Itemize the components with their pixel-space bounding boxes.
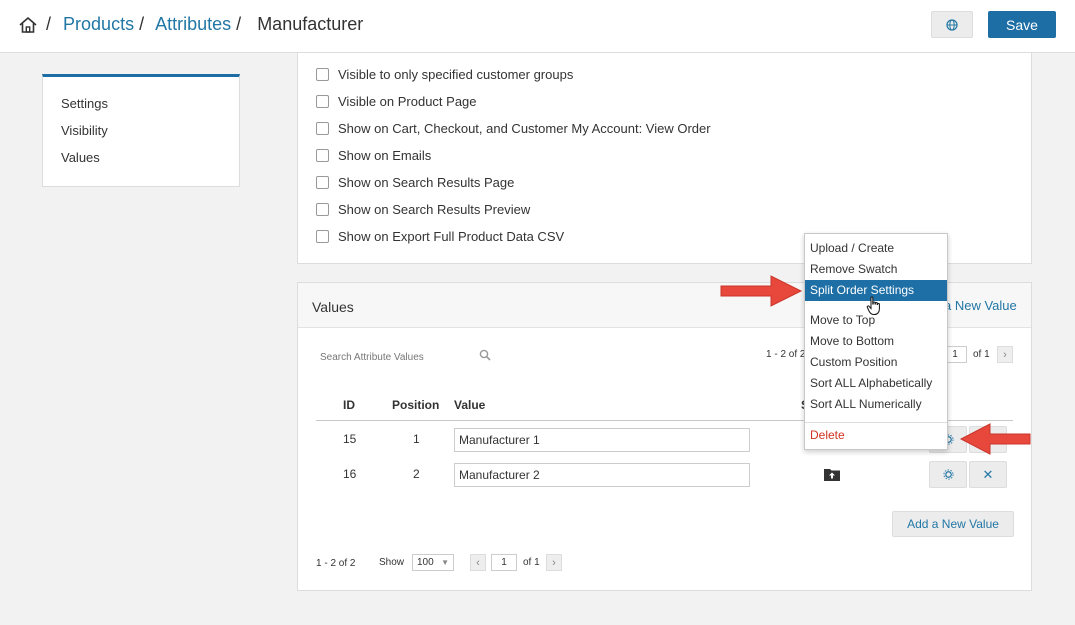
search-icon[interactable] (479, 349, 491, 361)
chevron-right-icon: › (552, 556, 556, 569)
checkbox[interactable] (316, 175, 329, 189)
results-range: 1 - 2 of 2 (316, 558, 356, 569)
add-new-value-link[interactable]: a New Value (944, 298, 1017, 313)
checkbox[interactable] (316, 202, 329, 216)
page-count: of 1 (973, 349, 990, 360)
value-input[interactable] (454, 463, 750, 487)
add-new-value-button[interactable]: Add a New Value (892, 511, 1014, 537)
chevron-left-icon: ‹ (476, 556, 480, 569)
breadcrumb-link-products[interactable]: Products (63, 14, 134, 34)
visibility-option-customer-groups[interactable]: Visible to only specified customer group… (316, 66, 573, 82)
nav-item-settings[interactable]: Settings (43, 96, 239, 123)
page-title: Manufacturer (257, 14, 364, 34)
visibility-option-export-csv[interactable]: Show on Export Full Product Data CSV (316, 228, 564, 244)
menu-item-sort-numerically[interactable]: Sort ALL Numerically (805, 394, 947, 415)
breadcrumb: / Products / Attributes / Manufacturer (46, 14, 363, 35)
nav-item-visibility[interactable]: Visibility (43, 123, 239, 150)
search-wrap (316, 347, 496, 368)
next-page-button[interactable]: › (546, 554, 562, 571)
search-attribute-values-input[interactable] (316, 347, 496, 368)
home-icon[interactable] (18, 15, 38, 35)
chevron-right-icon: › (1003, 348, 1007, 361)
hand-pointer-icon (866, 296, 880, 315)
row-id: 15 (343, 432, 357, 446)
top-header: / Products / Attributes / Manufacturer Sav… (0, 0, 1075, 53)
results-range: 1 - 2 of 2 (766, 349, 806, 360)
menu-item-delete[interactable]: Delete (805, 425, 947, 446)
checkbox[interactable] (316, 121, 329, 135)
checkbox[interactable] (316, 229, 329, 243)
save-button[interactable]: Save (988, 11, 1056, 38)
language-button[interactable] (931, 11, 973, 38)
visibility-option-product-page[interactable]: Visible on Product Page (316, 93, 477, 109)
row-actions-menu: Upload / Create Remove Swatch Split Orde… (804, 233, 948, 450)
breadcrumb-link-attributes[interactable]: Attributes (155, 14, 231, 34)
caret-down-icon: ▼ (441, 558, 449, 567)
checkbox[interactable] (316, 148, 329, 162)
close-icon: ✕ (982, 466, 994, 482)
visibility-option-cart-checkout[interactable]: Show on Cart, Checkout, and Customer My … (316, 120, 711, 136)
value-input[interactable] (454, 428, 750, 452)
checkbox-label: Show on Emails (338, 147, 432, 163)
checkbox-label: Show on Search Results Page (338, 174, 515, 190)
prev-page-button[interactable]: ‹ (470, 554, 486, 571)
row-actions-button[interactable] (929, 461, 967, 488)
globe-icon (946, 18, 958, 31)
checkbox-label: Visible to only specified customer group… (338, 66, 574, 82)
show-label: Show (379, 557, 405, 568)
visibility-option-search-results-preview[interactable]: Show on Search Results Preview (316, 201, 530, 217)
upload-folder-icon[interactable] (824, 467, 840, 481)
row-id: 16 (343, 467, 357, 481)
next-page-button[interactable]: › (997, 346, 1013, 363)
page-count: of 1 (523, 557, 540, 568)
delete-row-button[interactable]: ✕ (969, 461, 1007, 488)
column-header-id: ID (343, 398, 355, 412)
row-position: 1 (413, 432, 420, 446)
menu-item-move-to-bottom[interactable]: Move to Bottom (805, 331, 947, 352)
visibility-option-search-results-page[interactable]: Show on Search Results Page (316, 174, 514, 190)
section-nav: Settings Visibility Values (42, 74, 240, 187)
checkbox[interactable] (316, 67, 329, 81)
gear-icon (942, 469, 954, 480)
checkbox-label: Show on Search Results Preview (338, 201, 531, 217)
menu-divider (805, 422, 947, 423)
page-input[interactable]: 1 (491, 554, 517, 571)
column-header-value: Value (454, 398, 486, 412)
column-header-position: Position (392, 398, 440, 412)
page-size-value: 100 (417, 557, 434, 568)
menu-item-remove-swatch[interactable]: Remove Swatch (805, 259, 947, 280)
breadcrumb-separator: / (46, 14, 52, 34)
row-position: 2 (413, 467, 420, 481)
annotation-arrow-right-icon (720, 275, 803, 307)
annotation-arrow-left-icon (959, 423, 1031, 455)
menu-item-upload-create[interactable]: Upload / Create (805, 238, 947, 259)
checkbox-label: Show on Export Full Product Data CSV (338, 228, 565, 244)
page-size-select[interactable]: 100 ▼ (412, 554, 454, 571)
menu-item-sort-alphabetically[interactable]: Sort ALL Alphabetically (805, 373, 947, 394)
checkbox-label: Visible on Product Page (338, 93, 477, 109)
nav-item-values[interactable]: Values (43, 150, 239, 177)
breadcrumb-separator: / (236, 14, 242, 34)
checkbox[interactable] (316, 94, 329, 108)
menu-item-custom-position[interactable]: Custom Position (805, 352, 947, 373)
checkbox-label: Show on Cart, Checkout, and Customer My … (338, 120, 711, 136)
visibility-option-emails[interactable]: Show on Emails (316, 147, 431, 163)
breadcrumb-separator: / (139, 14, 145, 34)
values-title: Values (312, 299, 354, 315)
